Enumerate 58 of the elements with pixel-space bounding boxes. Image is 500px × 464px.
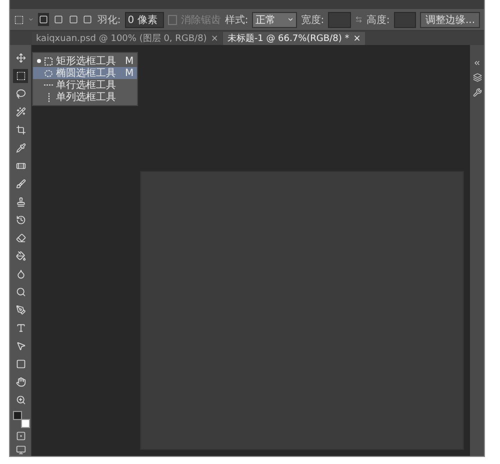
width-field[interactable] xyxy=(328,12,351,28)
brush-tool-icon xyxy=(16,179,26,189)
square-icon xyxy=(83,15,92,24)
document-tab[interactable]: 未标题-1 @ 66.7%(RGB/8) * × xyxy=(223,32,365,45)
dashed-vertical-line-icon xyxy=(48,92,50,102)
dashed-ellipse-icon xyxy=(44,68,53,78)
quick-mask-icon[interactable] xyxy=(16,431,26,441)
history-brush-icon xyxy=(16,215,26,225)
width-label: 宽度: xyxy=(300,14,324,26)
stamp-tool-icon xyxy=(16,197,26,207)
screen-mode-icon[interactable] xyxy=(16,445,26,455)
refine-edge-button[interactable]: 调整边缘... xyxy=(420,12,480,28)
color-swatch[interactable] xyxy=(12,411,22,420)
crop-tool-icon xyxy=(16,125,26,135)
eyedropper-tool-icon xyxy=(16,143,26,153)
square-icon xyxy=(54,15,63,24)
selection-mode-button[interactable] xyxy=(52,13,64,26)
caret-icon xyxy=(286,16,294,23)
collapse-icon[interactable] xyxy=(473,59,481,67)
square-icon xyxy=(68,15,78,24)
dashed-rectangle-icon xyxy=(44,56,53,66)
pen-tool-icon xyxy=(16,305,26,315)
height-field[interactable] xyxy=(394,12,416,28)
selection-mode-button[interactable] xyxy=(68,13,79,26)
selection-mode-button[interactable] xyxy=(38,13,49,26)
rectangle-tool-icon xyxy=(16,359,26,369)
selection-mode-button[interactable] xyxy=(82,13,94,26)
type-tool-icon xyxy=(16,323,26,333)
marquee-tool-icon xyxy=(16,71,26,81)
layers-icon[interactable] xyxy=(472,73,482,82)
caret-icon[interactable] xyxy=(28,16,34,23)
bandage-tool-icon xyxy=(16,161,26,171)
flyout-item[interactable]: 单行选框工具 xyxy=(33,79,137,91)
move-tool-icon xyxy=(16,53,26,63)
marquee-icon[interactable] xyxy=(14,14,24,26)
feather-label: 羽化: xyxy=(97,14,121,26)
square-icon xyxy=(38,15,48,24)
height-label: 高度: xyxy=(366,14,390,26)
style-label: 样式: xyxy=(224,14,248,26)
close-button[interactable]: × xyxy=(353,34,361,44)
wand-tool-icon xyxy=(16,107,26,117)
tool-button[interactable] xyxy=(13,69,28,83)
drop-tool-icon xyxy=(16,269,26,279)
lasso-tool-icon xyxy=(16,89,26,99)
paint-bucket-icon xyxy=(16,251,26,261)
color-swatch[interactable] xyxy=(20,419,30,428)
zoom-tool-icon xyxy=(16,395,26,405)
dashed-line-icon xyxy=(44,84,53,86)
eraser-tool-icon xyxy=(16,233,26,243)
close-button[interactable]: × xyxy=(210,34,218,44)
flyout-item[interactable]: 矩形选框工具 M xyxy=(33,55,137,67)
flyout-item[interactable]: 单列选框工具 xyxy=(33,91,137,103)
hand-tool-icon xyxy=(16,377,26,387)
flyout-item[interactable]: 椭圆选框工具 M xyxy=(33,67,137,79)
feather-field[interactable]: 0 像素 xyxy=(124,12,164,28)
style-select[interactable]: 正常 xyxy=(252,12,297,28)
swap-icon[interactable] xyxy=(354,15,362,24)
arrow-tool-icon xyxy=(16,341,26,351)
